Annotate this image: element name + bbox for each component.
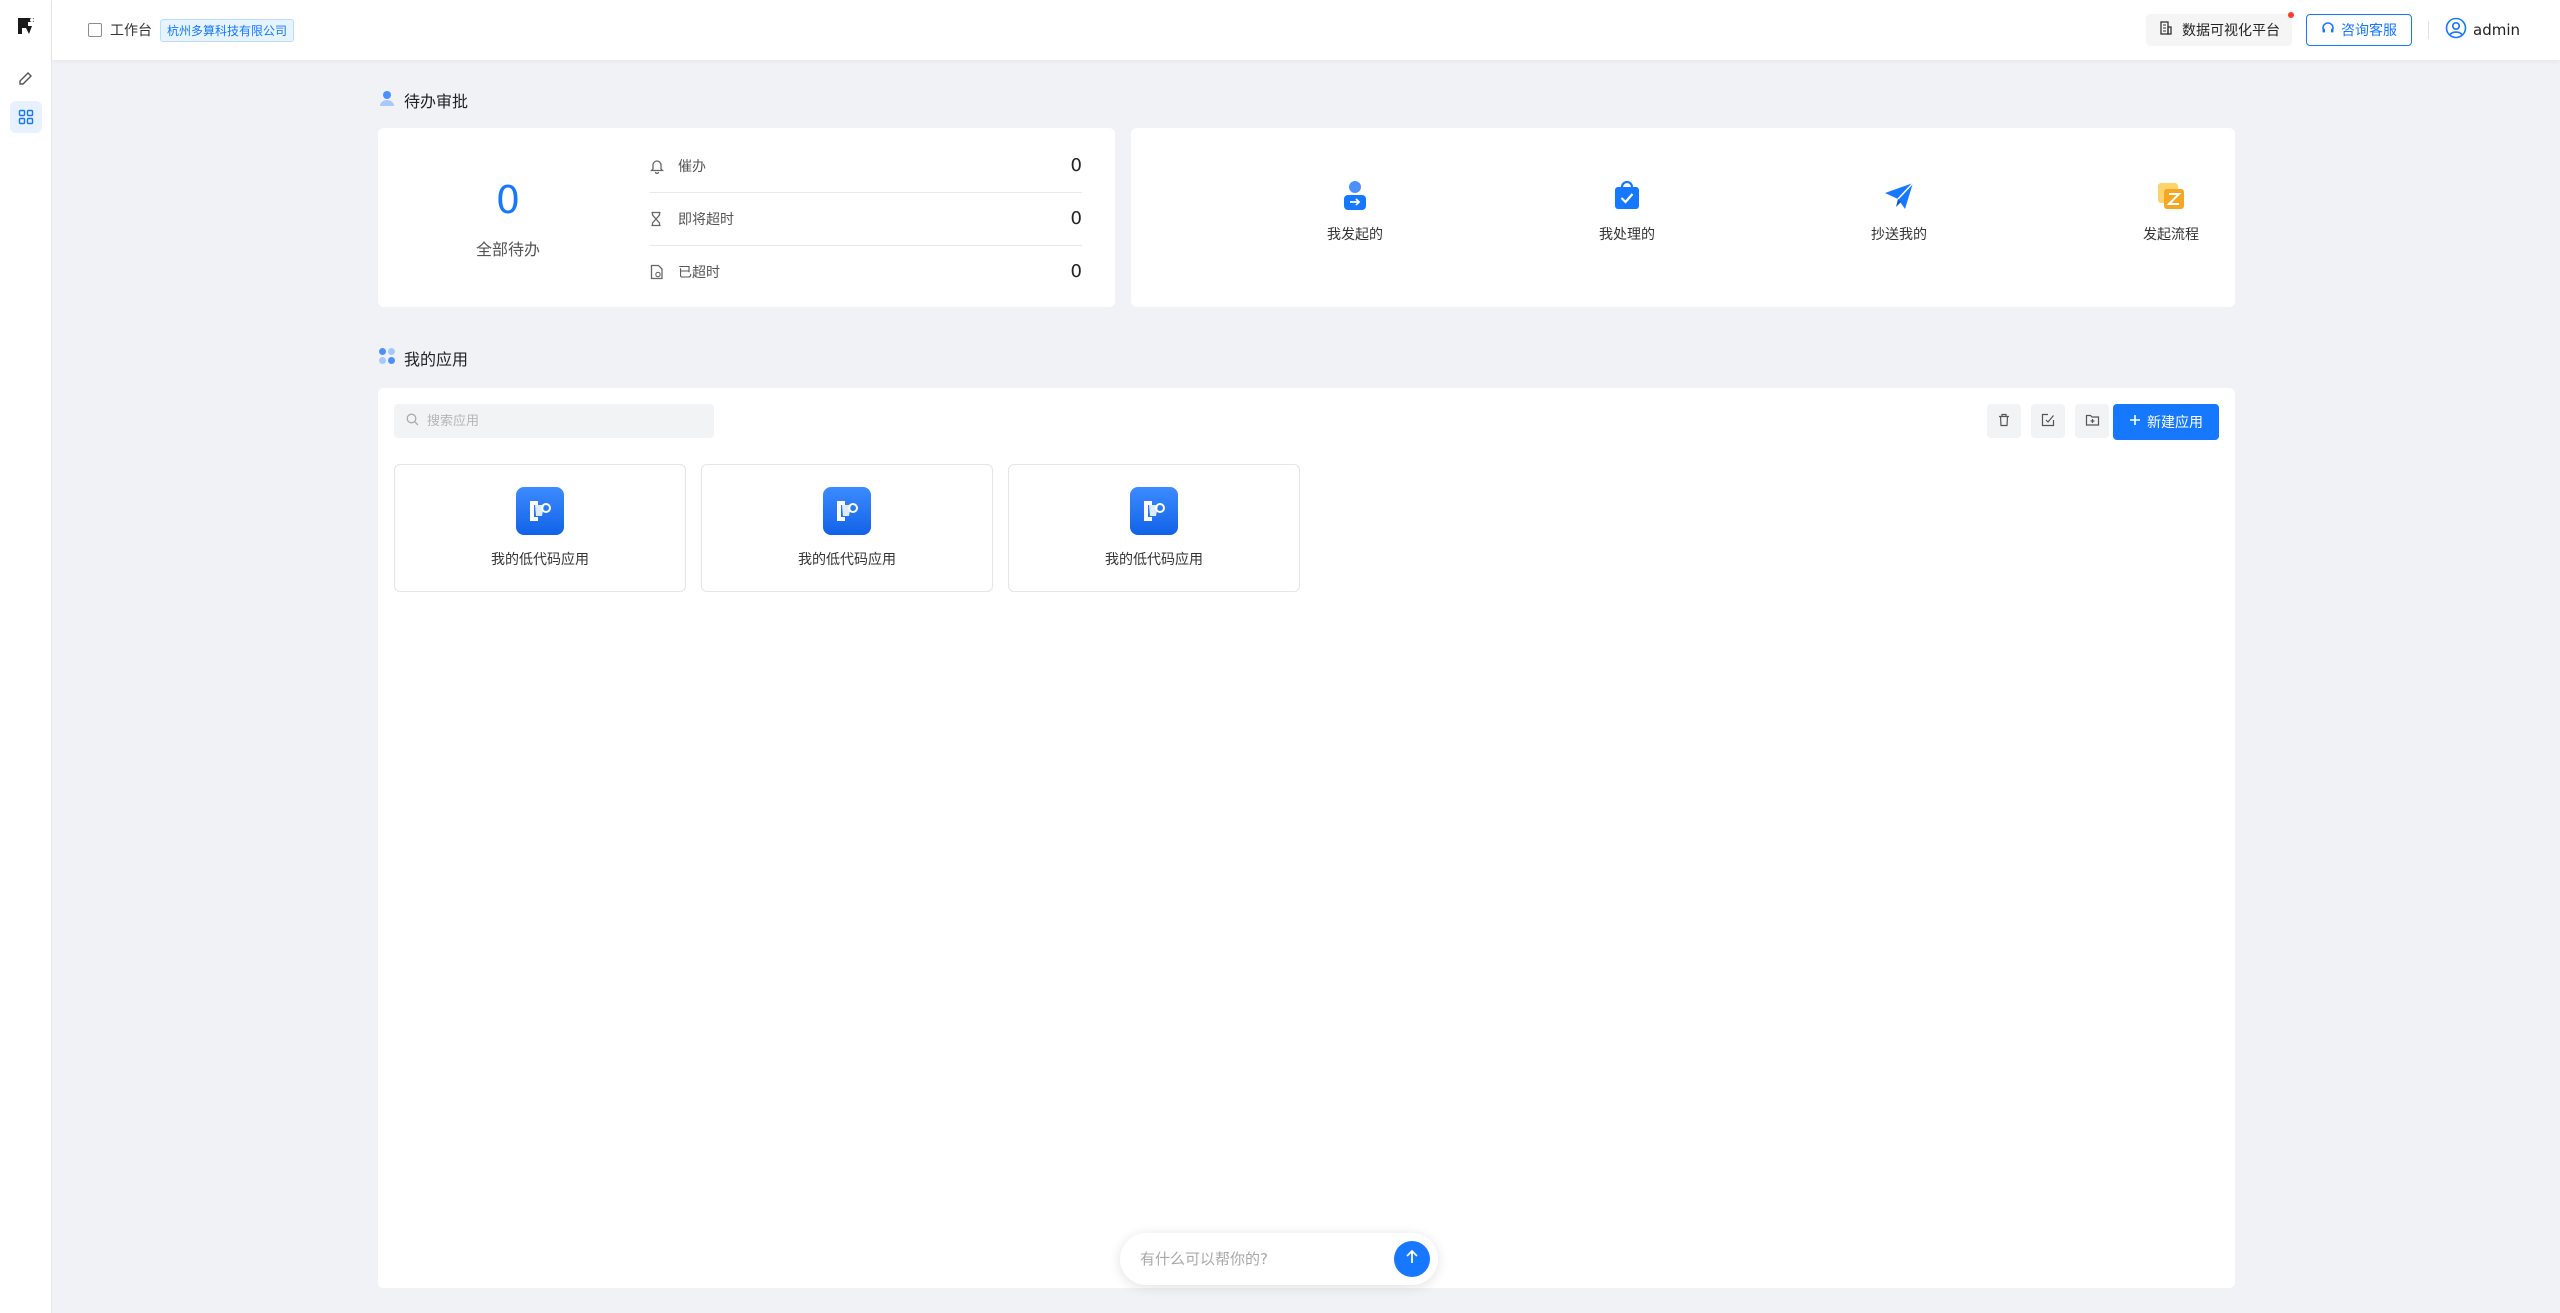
left-rail bbox=[0, 0, 52, 1313]
notification-dot bbox=[2288, 12, 2294, 18]
lowcode-app-icon bbox=[1130, 487, 1178, 535]
apps-grid-icon[interactable] bbox=[10, 101, 42, 133]
trash-icon bbox=[1997, 412, 2011, 431]
shortcut-label: 抄送我的 bbox=[1871, 227, 1927, 243]
import-button[interactable] bbox=[2075, 404, 2109, 438]
stat-value: 0 bbox=[1070, 155, 1082, 176]
arrow-up-icon bbox=[1404, 1249, 1420, 1269]
headset-icon bbox=[2321, 21, 2335, 39]
header-actions: 数据可视化平台 咨询客服 admin bbox=[2146, 12, 2520, 47]
total-pending-count[interactable]: 0 bbox=[378, 178, 638, 222]
person-icon bbox=[378, 89, 396, 111]
app-card[interactable]: 我的低代码应用 bbox=[1008, 464, 1300, 592]
lowcode-app-icon bbox=[823, 487, 871, 535]
app-card[interactable]: 我的低代码应用 bbox=[701, 464, 993, 592]
logo-icon[interactable] bbox=[14, 14, 38, 38]
pending-section-title: 待办审批 bbox=[378, 88, 468, 112]
stat-value: 0 bbox=[1070, 208, 1082, 229]
assistant-input[interactable] bbox=[1140, 1250, 1394, 1268]
dataviz-label: 数据可视化平台 bbox=[2182, 23, 2280, 39]
new-app-button[interactable]: 新建应用 bbox=[2113, 404, 2219, 440]
new-app-label: 新建应用 bbox=[2147, 415, 2203, 431]
send-button[interactable] bbox=[1394, 1241, 1430, 1277]
search-icon bbox=[406, 413, 419, 430]
app-name: 我的低代码应用 bbox=[1105, 552, 1203, 568]
bell-icon bbox=[650, 158, 672, 174]
plus-icon bbox=[2129, 414, 2141, 430]
app-name: 我的低代码应用 bbox=[491, 552, 589, 568]
apps-title-text: 我的应用 bbox=[404, 350, 469, 369]
support-button[interactable]: 咨询客服 bbox=[2306, 14, 2412, 46]
app-card[interactable]: 我的低代码应用 bbox=[394, 464, 686, 592]
breadcrumb-label[interactable]: 工作台 bbox=[110, 20, 152, 40]
flow-start-icon bbox=[2153, 178, 2189, 214]
shortcut-cc[interactable]: 抄送我的 bbox=[1819, 178, 1979, 244]
total-pending-label: 全部待办 bbox=[475, 240, 540, 259]
doc-clock-icon bbox=[650, 264, 672, 280]
paper-plane-icon bbox=[1881, 178, 1917, 214]
trash-button[interactable] bbox=[1987, 404, 2021, 438]
shortcut-initiated[interactable]: 我发起的 bbox=[1275, 178, 1435, 244]
avatar-icon bbox=[2445, 17, 2467, 43]
apps-card: 新建应用 我的低代码应用 我的低代码应用 我的低代码应用 bbox=[378, 388, 2235, 1288]
support-label: 咨询客服 bbox=[2341, 23, 2397, 39]
user-arrow-icon bbox=[1337, 178, 1373, 214]
pending-shortcuts-card: 我发起的 我处理的 抄送我的 发起流程 bbox=[1131, 128, 2235, 307]
dataviz-button[interactable]: 数据可视化平台 bbox=[2146, 12, 2294, 46]
folder-plus-icon bbox=[2085, 412, 2100, 431]
assistant-bar bbox=[1120, 1233, 1438, 1285]
pending-title-text: 待办审批 bbox=[404, 92, 469, 111]
workspace-icon bbox=[88, 23, 102, 37]
shortcut-label: 我发起的 bbox=[1327, 227, 1383, 243]
stat-row-overdue[interactable]: 已超时 0 bbox=[650, 245, 1082, 298]
four-dots-icon bbox=[378, 347, 396, 369]
stat-label: 即将超时 bbox=[678, 211, 734, 228]
app-name: 我的低代码应用 bbox=[798, 552, 896, 568]
check-bag-icon bbox=[1609, 178, 1645, 214]
company-tag: 杭州多算科技有限公司 bbox=[160, 18, 295, 42]
header-divider bbox=[2428, 21, 2429, 39]
edit-icon[interactable] bbox=[10, 62, 42, 94]
shortcut-label: 发起流程 bbox=[2143, 227, 2199, 243]
top-bar: 工作台 杭州多算科技有限公司 数据可视化平台 咨询客服 admin bbox=[52, 0, 2560, 60]
stat-row-near-timeout[interactable]: 即将超时 0 bbox=[650, 192, 1082, 245]
lowcode-app-icon bbox=[516, 487, 564, 535]
search-input[interactable] bbox=[427, 413, 702, 429]
breadcrumb: 工作台 杭州多算科技有限公司 bbox=[88, 18, 295, 42]
stat-label: 催办 bbox=[678, 158, 706, 175]
stat-label: 已超时 bbox=[678, 264, 720, 281]
stat-row-urge[interactable]: 催办 0 bbox=[650, 139, 1082, 192]
hourglass-icon bbox=[650, 211, 672, 227]
edit-check-icon bbox=[2041, 412, 2055, 431]
app-root: 工作台 杭州多算科技有限公司 数据可视化平台 咨询客服 admin 待办审批 0… bbox=[0, 0, 2560, 1313]
apps-section-title: 我的应用 bbox=[378, 346, 468, 370]
shortcut-start-flow[interactable]: 发起流程 bbox=[2091, 178, 2251, 244]
stat-value: 0 bbox=[1070, 261, 1082, 282]
user-menu[interactable]: admin bbox=[2445, 17, 2520, 43]
shortcut-label: 我处理的 bbox=[1599, 227, 1655, 243]
shortcut-handled[interactable]: 我处理的 bbox=[1547, 178, 1707, 244]
username: admin bbox=[2473, 21, 2520, 39]
app-search bbox=[394, 404, 714, 438]
batch-edit-button[interactable] bbox=[2031, 404, 2065, 438]
building-icon bbox=[2158, 20, 2174, 40]
